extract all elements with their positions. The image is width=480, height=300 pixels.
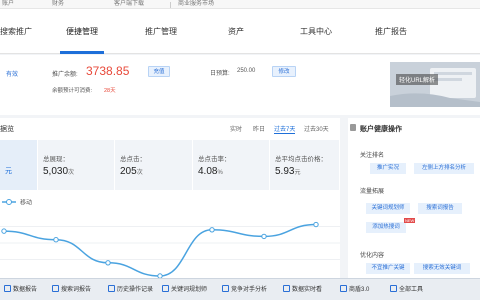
data-point[interactable]: [105, 260, 111, 266]
history-icon: [108, 285, 115, 292]
stat-cost[interactable]: 元: [0, 140, 38, 190]
section-rank-title: 关注排名: [360, 153, 385, 159]
panel-title: 账户健康操作: [360, 126, 402, 133]
realtime-icon: [283, 285, 290, 292]
chip-invalid-keywords[interactable]: 搜索无效关键词: [414, 263, 470, 274]
grid-icon: [390, 285, 397, 292]
stat-unit: 元: [294, 170, 301, 176]
promo-caption: 轻化URL解析: [396, 74, 439, 85]
chip-keyword-planner[interactable]: 关键词规划师: [366, 203, 410, 214]
series-line-mobile: [3, 223, 317, 277]
tool-label: 历史操作记录: [117, 287, 154, 293]
stat-value: 205: [120, 166, 137, 177]
chip-unsuitable-keywords[interactable]: 不宜推广关键: [366, 263, 410, 274]
data-point[interactable]: [1, 228, 7, 234]
tool-shangdun[interactable]: 商盾3.0: [340, 279, 369, 300]
bottom-toolbar: 数据报告 搜索词报告 历史操作记录 关键词规划师 竞争对手分析 数据实时看 商盾…: [0, 278, 480, 300]
stat-avg-cpc[interactable]: 总平均点击价格： 5.93元: [270, 140, 340, 190]
tool-label: 关键词规划师: [171, 287, 208, 293]
stat-title: 总展现：: [43, 156, 69, 163]
stat-unit: 次: [68, 170, 75, 176]
utility-bar: 账户 财务 客户端下载 商业服务市场: [0, 0, 480, 9]
stat-cost-unit: 元: [5, 168, 12, 175]
section-optimize-title: 优化内容: [360, 253, 385, 259]
balance-label: 推广余额:: [52, 72, 78, 78]
tool-label: 全部工具: [399, 287, 424, 293]
recharge-button[interactable]: 充值: [148, 66, 170, 77]
tool-keyword-planner[interactable]: 关键词规划师: [162, 279, 207, 300]
stat-value: 5.93: [275, 166, 295, 177]
tool-label: 数据实时看: [292, 287, 323, 293]
stat-title: 总点击：: [120, 156, 146, 163]
stat-title: 总点击率：: [198, 156, 231, 163]
section-traffic-title: 流量拓展: [360, 189, 385, 195]
competitor-icon: [222, 285, 229, 292]
chip-add-hot-words[interactable]: 添加热搜词: [366, 222, 406, 233]
tool-competitor-analysis[interactable]: 竞争对手分析: [222, 279, 267, 300]
budget-value: 250.00: [237, 68, 256, 74]
account-link[interactable]: 账户: [2, 0, 14, 9]
data-point[interactable]: [53, 237, 59, 243]
panel-icon: [350, 124, 356, 131]
nav-item-tools[interactable]: 工具中心: [300, 9, 332, 54]
stat-title: 总平均点击价格：: [275, 156, 327, 163]
budget-label: 日预算:: [210, 71, 230, 77]
legend-marker: [6, 199, 12, 205]
data-point[interactable]: [313, 221, 319, 228]
nav-item-quick-manage[interactable]: 便捷管理: [66, 9, 98, 54]
tool-realtime-data[interactable]: 数据实时看: [283, 279, 322, 300]
data-overview-title: 据览: [0, 126, 14, 133]
tool-history[interactable]: 历史操作记录: [108, 279, 153, 300]
tool-label: 搜索词报告: [61, 287, 92, 293]
days-label: 余额预计可消费:: [52, 88, 93, 94]
tool-all-tools[interactable]: 全部工具: [390, 279, 423, 300]
chip-search-term-report[interactable]: 搜索词报告: [418, 203, 462, 214]
promo-banner[interactable]: 轻化URL解析: [390, 62, 480, 107]
main-nav: 搜索推广 便捷管理 推广管理 资产 工具中心 推广报告: [0, 9, 480, 54]
range-7-days[interactable]: 过去7天: [274, 124, 296, 134]
planner-icon: [162, 285, 169, 292]
range-30-days[interactable]: 过去30天: [304, 124, 329, 133]
active-tab-indicator: [60, 51, 104, 54]
stat-unit: 次: [136, 170, 143, 176]
chip-rank-analysis[interactable]: 左侧上方排名分析: [414, 163, 474, 174]
tool-search-term-report[interactable]: 搜索词报告: [52, 279, 91, 300]
stat-value: 4.08: [198, 166, 218, 177]
service-market-link[interactable]: 商业服务市场: [178, 0, 214, 9]
nav-item-promo-manage[interactable]: 推广管理: [145, 9, 177, 54]
client-download-link[interactable]: 客户端下载: [114, 0, 144, 9]
divider: [170, 2, 171, 8]
stat-impressions[interactable]: 总展现： 5,030次: [38, 140, 115, 190]
tool-label: 商盾3.0: [349, 287, 370, 293]
search-report-icon: [52, 285, 59, 292]
report-icon: [4, 285, 11, 292]
stats-row: 元 总展现： 5,030次 总点击： 205次 总点击率： 4.08% 总平均点…: [0, 140, 340, 190]
balance-value: 3738.85: [86, 64, 130, 78]
legend-label[interactable]: 移动: [20, 199, 32, 207]
range-realtime[interactable]: 实时: [230, 124, 242, 133]
days-value: 28天: [104, 88, 116, 94]
status-link[interactable]: 有效: [6, 69, 18, 78]
health-actions-panel: 账户健康操作 关注排名 推广实况 左侧上方排名分析 流量拓展 关键词规划师 搜索…: [348, 118, 480, 278]
tool-label: 竞争对手分析: [231, 287, 268, 293]
tool-label: 数据报告: [13, 287, 38, 293]
stat-unit: %: [217, 170, 223, 176]
chip-live-preview[interactable]: 推广实况: [370, 163, 406, 174]
nav-item-reports[interactable]: 推广报告: [375, 9, 407, 54]
range-yesterday[interactable]: 昨日: [253, 124, 265, 133]
shield-icon: [340, 285, 347, 292]
data-point[interactable]: [209, 227, 215, 233]
trend-chart: 移动: [0, 199, 340, 278]
nav-item-assets[interactable]: 资产: [228, 9, 244, 54]
stat-clicks[interactable]: 总点击： 205次: [115, 140, 193, 190]
modify-budget-button[interactable]: 修改: [272, 66, 296, 77]
tool-data-report[interactable]: 数据报告: [4, 279, 37, 300]
nav-item-search-promo[interactable]: 搜索推广: [0, 9, 32, 54]
stat-ctr[interactable]: 总点击率： 4.08%: [193, 140, 270, 190]
stat-value: 5,030: [43, 166, 69, 177]
new-badge: NEW: [404, 218, 416, 223]
finance-link[interactable]: 财务: [52, 0, 64, 9]
data-point[interactable]: [261, 233, 267, 240]
